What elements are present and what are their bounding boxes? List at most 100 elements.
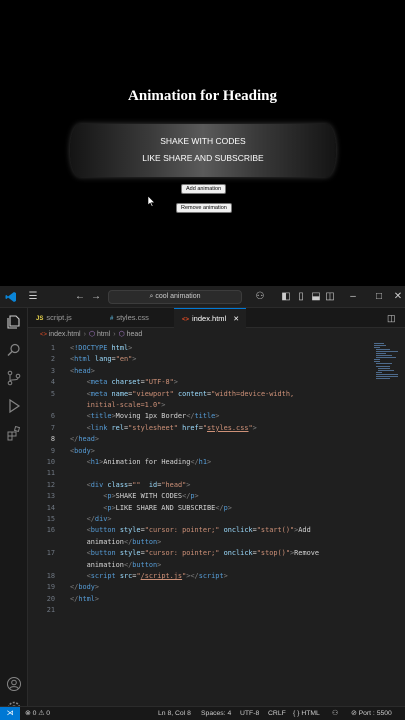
tab-index-html[interactable]: <> index.html ✕ — [174, 308, 246, 328]
problems-status[interactable]: ⊗ 0 ⚠ 0 — [25, 707, 50, 720]
code-line: </div> — [86, 515, 112, 523]
code-line: <h1>Animation for Heading</h1> — [86, 458, 212, 466]
encoding-status[interactable]: UTF-8 — [240, 707, 259, 720]
line-number: 2 — [50, 355, 55, 364]
run-debug-icon[interactable] — [6, 398, 22, 414]
breadcrumb-html[interactable]: html — [97, 331, 110, 338]
mouse-cursor-icon — [148, 196, 156, 207]
remote-indicator-icon[interactable]: ⋊ — [0, 707, 20, 720]
live-server-port[interactable]: ⊘ Port : 5500 — [351, 707, 392, 720]
cursor-position[interactable]: Ln 8, Col 8 — [158, 707, 191, 720]
code-line: <title>Moving 1px Border</title> — [86, 412, 220, 421]
line-number: 5 — [50, 389, 55, 398]
line-number: 17 — [46, 549, 55, 558]
heading-line-1: SHAKE WITH CODES — [160, 136, 246, 146]
code-line: <body> — [70, 446, 95, 455]
minimize-icon[interactable]: – — [347, 291, 359, 303]
css-file-icon: # — [110, 316, 114, 322]
line-number: 7 — [50, 423, 55, 432]
animated-heading-box: SHAKE WITH CODES LIKE SHARE AND SUBSCRIB… — [70, 124, 336, 177]
forward-arrow-icon[interactable]: → — [90, 291, 102, 303]
maximize-icon[interactable]: □ — [373, 291, 385, 303]
explorer-icon[interactable] — [6, 314, 22, 330]
tab-styles-css[interactable]: # styles.css — [102, 308, 174, 328]
chevron-right-icon: › — [83, 331, 86, 338]
layout-sidebar-icon[interactable]: ◧ — [280, 291, 292, 303]
code-line: </head> — [70, 435, 100, 444]
code-line: <link rel="stylesheet" href="styles.css"… — [86, 423, 257, 432]
code-line: <!DOCTYPE html> — [70, 344, 133, 352]
customize-layout-icon[interactable]: ◫ — [324, 291, 336, 303]
split-editor-icon[interactable]: ◫ — [387, 312, 399, 324]
search-text: cool animation — [155, 293, 201, 300]
code-line: animation</button> — [70, 537, 162, 546]
code-line: <head> — [70, 366, 95, 375]
account-icon[interactable] — [6, 676, 22, 692]
tab-script-js[interactable]: JS script.js — [28, 308, 102, 328]
code-line: animation</button> — [70, 560, 162, 569]
code-line: <meta charset="UTF-8"> — [86, 378, 178, 387]
html-file-icon: <> — [182, 317, 190, 323]
indentation-status[interactable]: Spaces: 4 — [201, 707, 231, 720]
line-number: 15 — [46, 515, 55, 523]
code-line: <button style="cursor: pointer;" onclick… — [86, 549, 320, 558]
browser-preview: Animation for Heading SHAKE WITH CODES L… — [0, 0, 405, 286]
code-line: <html lang="en"> — [70, 355, 137, 364]
line-number: 10 — [46, 458, 55, 466]
editor-tab-bar: JS script.js # styles.css <> index.html ✕ ◫ — [28, 308, 405, 328]
tab-label: script.js — [46, 313, 72, 322]
line-number: 20 — [46, 594, 55, 603]
copilot-icon[interactable]: ⚇ — [252, 291, 268, 303]
command-center-search[interactable]: ⌕ cool animation — [108, 290, 242, 304]
activity-bar — [0, 308, 28, 715]
page-heading: Animation for Heading — [128, 88, 277, 104]
layout-panel-icon[interactable]: ▯ — [295, 291, 307, 303]
tab-label: index.html — [192, 314, 227, 323]
line-number: 8 — [50, 435, 55, 444]
line-number: 16 — [46, 526, 55, 535]
back-arrow-icon[interactable]: ← — [74, 291, 86, 303]
source-control-icon[interactable] — [6, 370, 22, 386]
line-number: 14 — [46, 503, 55, 512]
code-line: <div class="" id="head"> — [86, 480, 191, 489]
eol-status[interactable]: CRLF — [268, 707, 286, 720]
html-file-icon: <> — [40, 332, 49, 338]
code-line: <p>LIKE SHARE AND SUBSCRIBE</p> — [103, 503, 232, 512]
close-tab-icon[interactable]: ✕ — [233, 316, 239, 323]
code-line: <meta name="viewport" content="width=dev… — [86, 389, 295, 398]
add-animation-button[interactable]: Add animation — [181, 184, 227, 194]
breadcrumb-file[interactable]: index.html — [49, 331, 81, 338]
close-window-icon[interactable]: ✕ — [392, 291, 404, 303]
code-line: <button style="cursor: pointer;" onclick… — [86, 526, 311, 535]
breadcrumb-head[interactable]: head — [127, 331, 143, 338]
tab-label: styles.css — [116, 313, 149, 322]
code-line: <p>SHAKE WITH CODES</p> — [103, 492, 199, 501]
remove-animation-button[interactable]: Remove animation — [176, 203, 232, 213]
code-line: </body> — [70, 583, 100, 592]
code-line: <script src="/script.js"></script> — [86, 572, 228, 580]
line-number: 1 — [50, 344, 55, 352]
line-number: 4 — [50, 378, 55, 387]
toggle-panel-icon[interactable]: ⬓ — [310, 291, 322, 303]
copilot-status-icon[interactable]: ⚇ — [332, 707, 338, 720]
line-number: 3 — [50, 366, 55, 375]
code-line: </html> — [70, 594, 100, 603]
element-icon: ⬡ — [118, 331, 127, 338]
breadcrumb: <> index.html › ⬡ html › ⬡ head — [28, 328, 405, 342]
status-bar: ⋊ ⊗ 0 ⚠ 0 Ln 8, Col 8 Spaces: 4 UTF-8 CR… — [0, 706, 405, 720]
extensions-icon[interactable] — [6, 426, 22, 442]
line-number: 18 — [46, 572, 55, 580]
line-number: 21 — [46, 606, 55, 615]
heading-line-2: LIKE SHARE AND SUBSCRIBE — [142, 153, 264, 163]
minimap[interactable] — [372, 342, 398, 382]
line-number: 12 — [46, 480, 55, 489]
vscode-logo-icon — [5, 292, 16, 302]
language-mode[interactable]: { } HTML — [293, 707, 320, 720]
code-editor[interactable]: 1 2 3 4 5 6 7 8 9 10 11 12 13 14 15 16 1… — [28, 342, 405, 711]
chevron-right-icon: › — [113, 331, 116, 338]
line-number: 6 — [50, 412, 55, 421]
menu-icon[interactable]: ☰ — [27, 291, 39, 303]
line-number: 19 — [46, 583, 55, 592]
element-icon: ⬡ — [88, 331, 97, 338]
search-icon[interactable] — [6, 342, 22, 358]
